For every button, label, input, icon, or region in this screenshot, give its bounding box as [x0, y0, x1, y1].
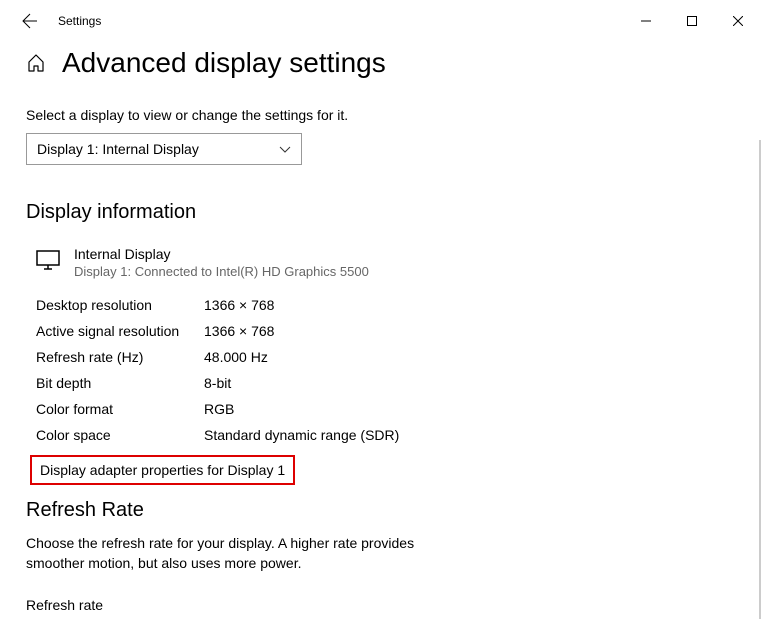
window-controls: [623, 6, 761, 36]
display-information-heading: Display information: [26, 201, 735, 224]
minimize-icon: [641, 16, 651, 26]
display-info-table: Desktop resolution 1366 × 768 Active sig…: [26, 297, 735, 443]
refresh-rate-description: Choose the refresh rate for your display…: [26, 534, 426, 573]
info-value: Standard dynamic range (SDR): [204, 427, 399, 443]
titlebar: Settings: [0, 0, 761, 42]
content-area: Advanced display settings Select a displ…: [0, 42, 761, 613]
back-button[interactable]: [16, 7, 44, 35]
info-value: 1366 × 768: [204, 297, 274, 313]
arrow-left-icon: [22, 13, 38, 29]
info-label: Color space: [36, 427, 204, 443]
dropdown-value: Display 1: Internal Display: [37, 141, 199, 157]
info-value: 1366 × 768: [204, 323, 274, 339]
table-row: Bit depth 8-bit: [36, 375, 735, 391]
table-row: Color format RGB: [36, 401, 735, 417]
close-icon: [733, 16, 743, 26]
close-button[interactable]: [715, 6, 761, 36]
info-value: 8-bit: [204, 375, 231, 391]
table-row: Desktop resolution 1366 × 768: [36, 297, 735, 313]
refresh-rate-heading: Refresh Rate: [26, 499, 735, 522]
page-header: Advanced display settings: [26, 47, 735, 79]
table-row: Refresh rate (Hz) 48.000 Hz: [36, 349, 735, 365]
select-display-instruction: Select a display to view or change the s…: [26, 107, 735, 123]
page-title: Advanced display settings: [62, 47, 386, 79]
maximize-icon: [687, 16, 697, 26]
maximize-button[interactable]: [669, 6, 715, 36]
refresh-rate-label: Refresh rate: [26, 597, 735, 613]
info-label: Bit depth: [36, 375, 204, 391]
adapter-properties-link[interactable]: Display adapter properties for Display 1: [30, 455, 295, 485]
chevron-down-icon: [279, 143, 291, 155]
table-row: Color space Standard dynamic range (SDR): [36, 427, 735, 443]
info-value: 48.000 Hz: [204, 349, 268, 365]
display-summary: Internal Display Display 1: Connected to…: [26, 246, 735, 279]
info-label: Refresh rate (Hz): [36, 349, 204, 365]
home-icon[interactable]: [26, 53, 46, 73]
minimize-button[interactable]: [623, 6, 669, 36]
info-value: RGB: [204, 401, 234, 417]
display-connection: Display 1: Connected to Intel(R) HD Grap…: [74, 264, 369, 279]
display-name: Internal Display: [74, 246, 369, 262]
window-title: Settings: [58, 14, 101, 28]
monitor-icon: [36, 248, 60, 272]
table-row: Active signal resolution 1366 × 768: [36, 323, 735, 339]
info-label: Desktop resolution: [36, 297, 204, 313]
display-select-dropdown[interactable]: Display 1: Internal Display: [26, 133, 302, 165]
info-label: Color format: [36, 401, 204, 417]
info-label: Active signal resolution: [36, 323, 204, 339]
